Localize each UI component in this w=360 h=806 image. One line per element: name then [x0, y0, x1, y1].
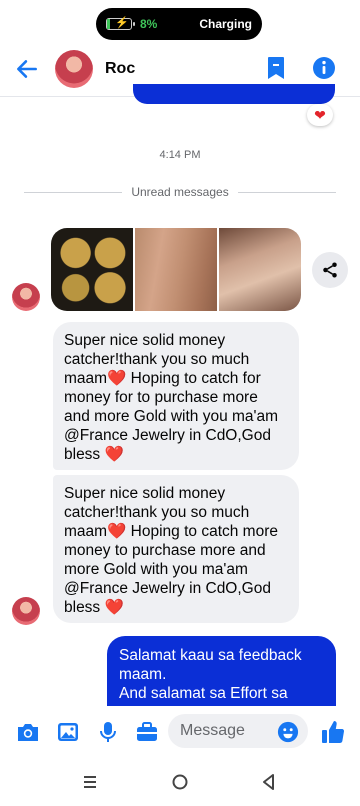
contact-avatar[interactable]: [55, 50, 93, 88]
heart-reaction[interactable]: ❤: [307, 104, 333, 126]
outgoing-message[interactable]: Salamat kaau sa feedback maam. And salam…: [107, 636, 336, 716]
unread-divider: Unread messages: [24, 185, 337, 199]
system-navigation-bar: [0, 756, 360, 806]
contact-name[interactable]: Roc: [105, 60, 135, 78]
gallery-icon[interactable]: [56, 721, 80, 743]
recent-apps-icon[interactable]: [80, 772, 100, 792]
incoming-message[interactable]: Super nice solid money catcher!thank you…: [53, 322, 299, 470]
battery-icon: ⚡: [106, 17, 135, 30]
message-composer: Message: [0, 706, 360, 756]
charging-label: Charging: [199, 17, 252, 31]
info-icon[interactable]: [312, 56, 336, 80]
photo-group[interactable]: [51, 228, 301, 311]
message-timestamp: 4:14 PM: [159, 149, 201, 161]
camera-icon[interactable]: [16, 721, 40, 743]
status-bar: ⚡ 8% Charging: [96, 8, 262, 40]
sender-avatar[interactable]: [12, 283, 40, 311]
microphone-icon[interactable]: [96, 721, 120, 743]
briefcase-icon[interactable]: [135, 721, 159, 743]
incoming-message[interactable]: Super nice solid money catcher!thank you…: [53, 475, 299, 623]
sender-avatar[interactable]: [12, 597, 40, 625]
thumbs-up-icon[interactable]: [320, 719, 346, 745]
back-nav-icon[interactable]: [259, 772, 279, 792]
gold-rings-hand-photo[interactable]: [219, 228, 301, 311]
bookmark-icon[interactable]: [266, 55, 286, 81]
divider-line: [237, 191, 337, 193]
gold-rings-photo[interactable]: [135, 228, 217, 311]
battery-percent: 8%: [140, 17, 158, 31]
divider-line: [24, 191, 123, 193]
share-button[interactable]: [312, 252, 348, 288]
previous-outgoing-bubble[interactable]: [133, 84, 335, 104]
back-arrow-icon[interactable]: [14, 56, 40, 82]
home-icon[interactable]: [170, 772, 190, 792]
unread-label: Unread messages: [131, 185, 229, 199]
share-icon: [323, 262, 337, 278]
emoji-icon[interactable]: [277, 721, 299, 743]
gold-coins-photo[interactable]: [51, 228, 133, 311]
